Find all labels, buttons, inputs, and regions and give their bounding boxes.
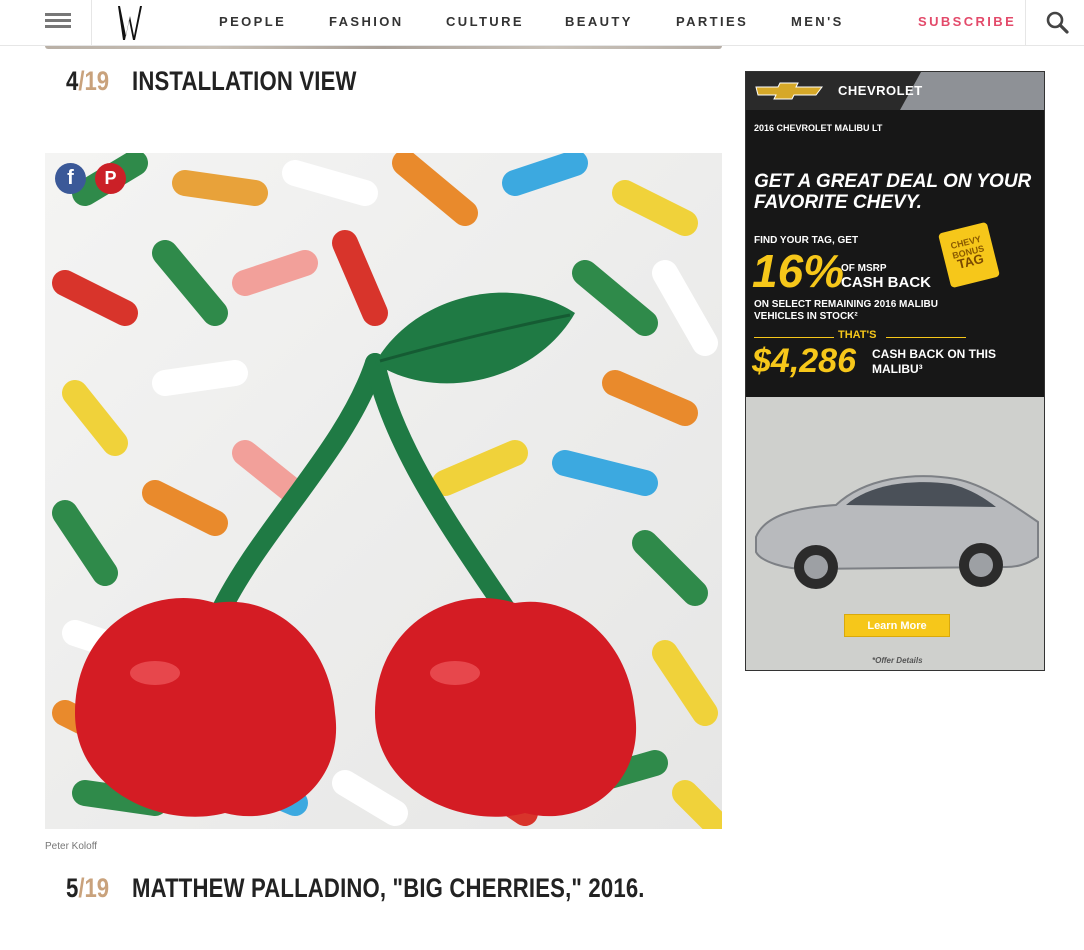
slide-image-big-cherries <box>45 153 722 829</box>
ad-brand-bar: CHEVROLET <box>746 72 1044 110</box>
search-button[interactable] <box>1025 0 1084 46</box>
menu-icon <box>45 13 71 16</box>
nav-item-parties[interactable]: PARTIES <box>676 14 748 29</box>
menu-icon-bar <box>45 25 71 28</box>
ad-cash-back: CASH BACK <box>841 274 931 291</box>
photo-credit: Peter Koloff <box>45 841 98 852</box>
ad-model: 2016 CHEVROLET MALIBU LT <box>754 123 883 133</box>
ad-divider <box>754 337 834 338</box>
slide-counter: 5/19 <box>66 873 120 904</box>
subscribe-link[interactable]: SUBSCRIBE <box>918 14 1016 29</box>
pinterest-icon: P <box>104 168 117 188</box>
ad-amount: $4,286 <box>752 342 856 380</box>
ad-percent: 16% <box>752 245 845 297</box>
top-navigation-bar: PEOPLE FASHION CULTURE BEAUTY PARTIES ME… <box>0 0 1084 46</box>
chevy-bowtie-icon <box>755 82 823 100</box>
slide-title: MATTHEW PALLADINO, "BIG CHERRIES," 2016. <box>132 873 645 903</box>
ad-offer-details-link[interactable]: *Offer Details <box>872 656 923 665</box>
facebook-icon: f <box>67 167 74 189</box>
ad-brand-name: CHEVROLET <box>838 83 923 98</box>
slide-counter: 4/19 <box>66 66 120 97</box>
nav-item-culture[interactable]: CULTURE <box>446 14 524 29</box>
nav-item-mens[interactable]: MEN'S <box>791 14 844 29</box>
ad-thats: THAT'S <box>838 329 877 341</box>
w-logo-icon <box>118 6 142 40</box>
menu-button[interactable] <box>0 0 92 46</box>
ad-divider <box>886 337 966 338</box>
search-icon <box>1046 11 1069 34</box>
ad-headline: GET A GREAT DEAL ON YOUR FAVORITE CHEVY. <box>754 171 1032 213</box>
artwork-illustration <box>45 153 722 829</box>
slide-current-number: 5 <box>66 873 79 903</box>
ad-cash-back-malibu: CASH BACK ON THIS MALIBU³ <box>872 347 997 376</box>
ad-learn-more-button[interactable]: Learn More <box>844 614 950 637</box>
ad-msrp-label: OF MSRP <box>841 263 887 274</box>
chevy-bonus-tag-icon: CHEVY BONUS TAG <box>937 221 1001 289</box>
nav-item-fashion[interactable]: FASHION <box>329 14 404 29</box>
chevrolet-advertisement[interactable]: CHEVROLET 2016 CHEVROLET MALIBU LT GET A… <box>745 71 1045 671</box>
menu-icon-bar <box>45 19 71 22</box>
nav-item-people[interactable]: PEOPLE <box>219 14 286 29</box>
slide-caption-5: 5/19 MATTHEW PALLADINO, "BIG CHERRIES," … <box>66 873 757 904</box>
facebook-share-button[interactable]: f <box>55 163 86 194</box>
slide-caption-4: 4/19 INSTALLATION VIEW <box>66 66 406 97</box>
car-image <box>755 475 1039 589</box>
slide-total: /19 <box>78 873 110 903</box>
slide-title: INSTALLATION VIEW <box>132 66 357 96</box>
ad-select-text: ON SELECT REMAINING 2016 MALIBU VEHICLES… <box>754 299 938 322</box>
pinterest-share-button[interactable]: P <box>95 163 126 194</box>
nav-item-beauty[interactable]: BEAUTY <box>565 14 633 29</box>
w-magazine-logo[interactable] <box>110 2 150 42</box>
slide-total: /19 <box>78 66 110 96</box>
slide-current-number: 4 <box>66 66 79 96</box>
